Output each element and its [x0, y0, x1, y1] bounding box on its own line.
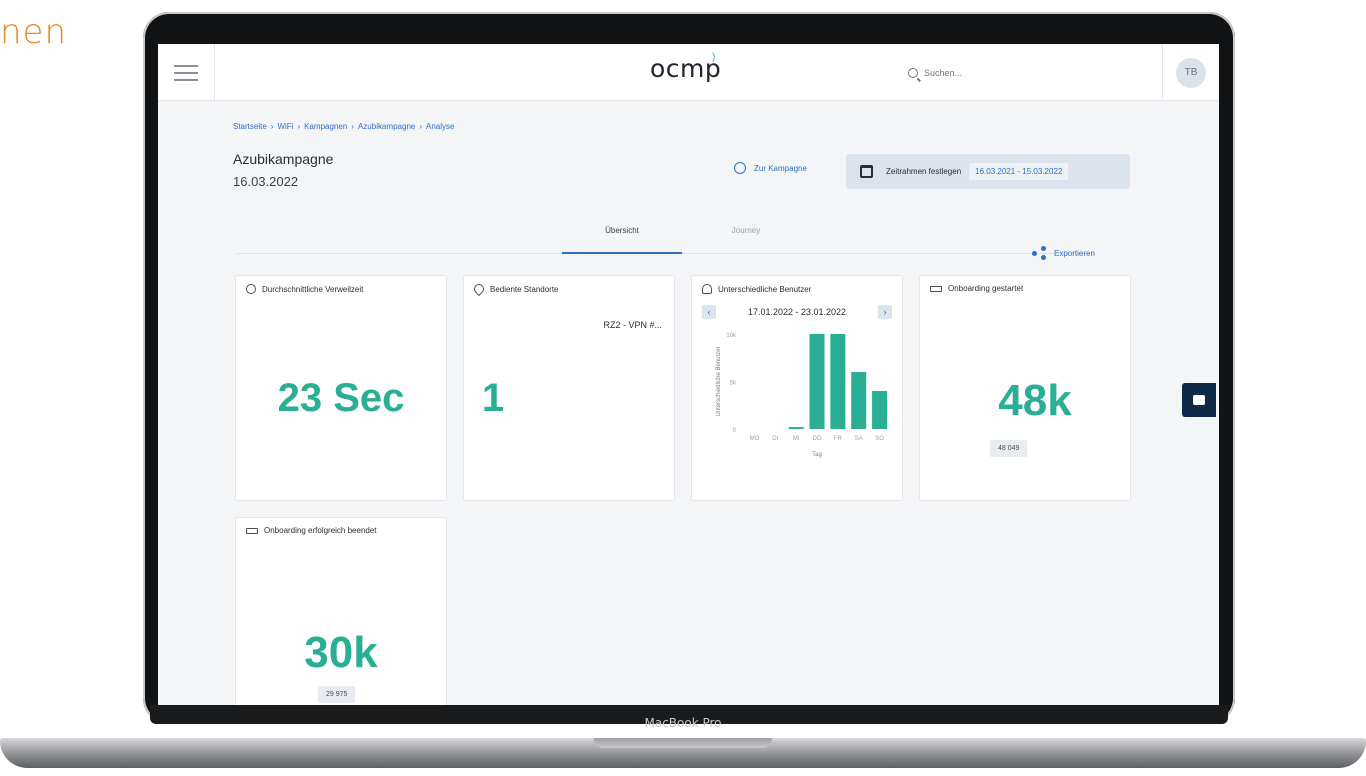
- card-locations: Bediente Standorte RZ2 - VPN #... 1: [463, 275, 675, 501]
- card-title: Onboarding erfolgreich beendet: [264, 526, 377, 535]
- card-header: Durchschnittliche Verweilzeit: [246, 284, 363, 294]
- palette-icon: [734, 162, 746, 174]
- timeframe-label: Zeitrahmen festlegen: [886, 167, 962, 176]
- avatar[interactable]: TB: [1176, 57, 1206, 88]
- previous-week-button[interactable]: ‹: [702, 305, 716, 319]
- calendar-icon: [860, 165, 873, 178]
- card-onboarding-completed: Onboarding erfolgreich beendet 30k 29 97…: [235, 517, 447, 705]
- timeframe-range[interactable]: 16.03.2021 - 15.03.2022: [969, 163, 1069, 180]
- card-distinct-users: Unterschiedliche Benutzer ‹ 17.01.2022 -…: [691, 275, 903, 501]
- chat-icon: [1193, 395, 1205, 405]
- page-date: 16.03.2022: [233, 174, 299, 189]
- breadcrumb-item-startseite[interactable]: Startseite: [233, 122, 267, 131]
- card-header: Onboarding erfolgreich beendet: [246, 526, 377, 535]
- export-label: Exportieren: [1054, 248, 1095, 258]
- menu-icon-line: [174, 78, 198, 81]
- card-title: Unterschiedliche Benutzer: [718, 284, 812, 294]
- breadcrumb-item-kampagnen[interactable]: Kampagnen: [304, 122, 347, 131]
- menu-icon-line: [174, 71, 198, 74]
- chart-bar: [851, 372, 867, 429]
- breadcrumb-separator: ›: [270, 122, 274, 131]
- breadcrumb-separator: ›: [419, 122, 423, 131]
- to-campaign-link[interactable]: Zur Kampagne: [734, 162, 807, 174]
- menu-icon-line: [174, 64, 198, 67]
- distinct-users-bar-chart: 0 5k 10k MO DI MI DO FR SA SO Tag Unterschiedliche …: [716, 333, 888, 458]
- breadcrumb-separator: ›: [297, 122, 301, 131]
- page-title: Azubikampagne: [233, 151, 334, 167]
- breadcrumb-separator: ›: [351, 122, 354, 131]
- onboarding-completed-exact: 29 975: [318, 686, 356, 703]
- chart-bar: [830, 334, 846, 429]
- app-screen: ocmp ) TB Startseite › WiFi › Kampagnen …: [158, 44, 1219, 705]
- next-week-button[interactable]: ›: [878, 305, 892, 319]
- app-logo[interactable]: ocmp: [650, 54, 721, 83]
- card-title: Onboarding gestartet: [948, 284, 1024, 293]
- card-title: Bediente Standorte: [490, 284, 559, 294]
- chart-bar: [788, 427, 804, 429]
- x-axis-label: Tag: [812, 452, 822, 458]
- background-heading-fragment: nen: [0, 12, 68, 52]
- x-tick-label: DI: [772, 436, 778, 442]
- router-icon: [246, 527, 258, 534]
- device-label: MacBook Pro: [644, 716, 722, 730]
- locations-value: 1: [481, 376, 505, 420]
- onboarding-completed-value: 30k: [304, 628, 378, 677]
- card-title: Durchschnittliche Verweilzeit: [262, 284, 364, 294]
- breadcrumb: Startseite › WiFi › Kampagnen › Azubikam…: [233, 122, 454, 131]
- timeframe-button[interactable]: Zeitrahmen festlegen 16.03.2021 - 15.03.…: [846, 154, 1130, 189]
- onboarding-started-value: 48k: [998, 376, 1072, 425]
- hamburger-menu-button[interactable]: [158, 44, 215, 101]
- top-bar: ocmp ) TB: [158, 44, 1219, 101]
- laptop-base-notch: [594, 738, 772, 748]
- card-header: Bediente Standorte: [471, 281, 559, 297]
- chat-support-button[interactable]: [1182, 383, 1216, 417]
- x-tick-label: MO: [750, 436, 760, 442]
- y-tick-label: 10k: [726, 333, 737, 339]
- chart-bar: [809, 334, 825, 429]
- search-box[interactable]: [908, 64, 1088, 82]
- x-tick-label: FR: [834, 436, 843, 442]
- user-menu[interactable]: TB: [1162, 44, 1219, 101]
- card-onboarding-started: Onboarding gestartet 48k 48 049: [919, 275, 1131, 501]
- y-axis-label: Unterschiedliche Benutzer: [716, 346, 722, 416]
- chart-date-range: 17.01.2022 - 23.01.2022: [747, 307, 847, 317]
- search-icon: [908, 68, 918, 78]
- breadcrumb-item-analyse[interactable]: Analyse: [426, 122, 454, 131]
- user-icon: [702, 284, 712, 294]
- clock-icon: [246, 284, 256, 294]
- x-tick-label: DO: [813, 436, 822, 442]
- chart-week-navigator: ‹ 17.01.2022 - 23.01.2022 ›: [702, 304, 892, 320]
- onboarding-started-exact: 48 049: [990, 440, 1028, 457]
- location-name[interactable]: RZ2 - VPN #...: [603, 320, 662, 330]
- export-button[interactable]: Exportieren: [1032, 246, 1095, 260]
- card-header: Unterschiedliche Benutzer: [702, 284, 811, 294]
- to-campaign-label: Zur Kampagne: [754, 163, 807, 173]
- router-icon: [930, 285, 942, 292]
- x-tick-label: SA: [855, 436, 863, 442]
- x-tick-label: SO: [875, 436, 884, 442]
- share-icon: [1032, 246, 1046, 260]
- y-tick-label: 5k: [730, 381, 737, 387]
- breadcrumb-item-wifi[interactable]: WiFi: [277, 122, 293, 131]
- tab-uebersicht[interactable]: Übersicht: [562, 224, 682, 254]
- card-header: Onboarding gestartet: [930, 284, 1023, 293]
- chart-bar: [872, 391, 888, 429]
- logo-signal-icon: ): [712, 52, 716, 63]
- search-input[interactable]: [924, 68, 1074, 78]
- tab-journey[interactable]: Journey: [706, 224, 786, 254]
- y-tick-label: 0: [733, 428, 737, 434]
- breadcrumb-item-azubikampagne[interactable]: Azubikampagne: [358, 122, 415, 131]
- x-tick-label: MI: [793, 436, 800, 442]
- location-pin-icon: [471, 281, 487, 297]
- tab-bar: Übersicht Journey: [236, 224, 1090, 254]
